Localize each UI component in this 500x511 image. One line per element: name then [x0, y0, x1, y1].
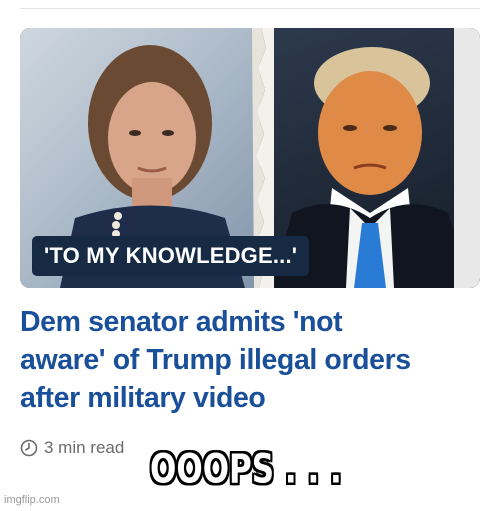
article-hero-image[interactable]: 'TO MY KNOWLEDGE...' — [20, 28, 480, 288]
headline-line: after military video — [20, 382, 266, 414]
headline-line: Dem senator admits 'not — [20, 306, 343, 338]
headline-line: aware' of Trump illegal orders — [20, 344, 411, 376]
read-time-label: 3 min read — [44, 438, 125, 457]
image-overlay-label: 'TO MY KNOWLEDGE...' — [32, 236, 310, 276]
read-time: 3 min read — [20, 437, 124, 459]
divider-line — [20, 8, 480, 9]
imgflip-watermark: imgflip.com — [4, 494, 60, 506]
article-headline[interactable]: Dem senator admits 'not aware' of Trump … — [20, 303, 490, 417]
meme-caption: OOOPS . . . — [150, 446, 342, 493]
clock-icon — [20, 439, 38, 457]
